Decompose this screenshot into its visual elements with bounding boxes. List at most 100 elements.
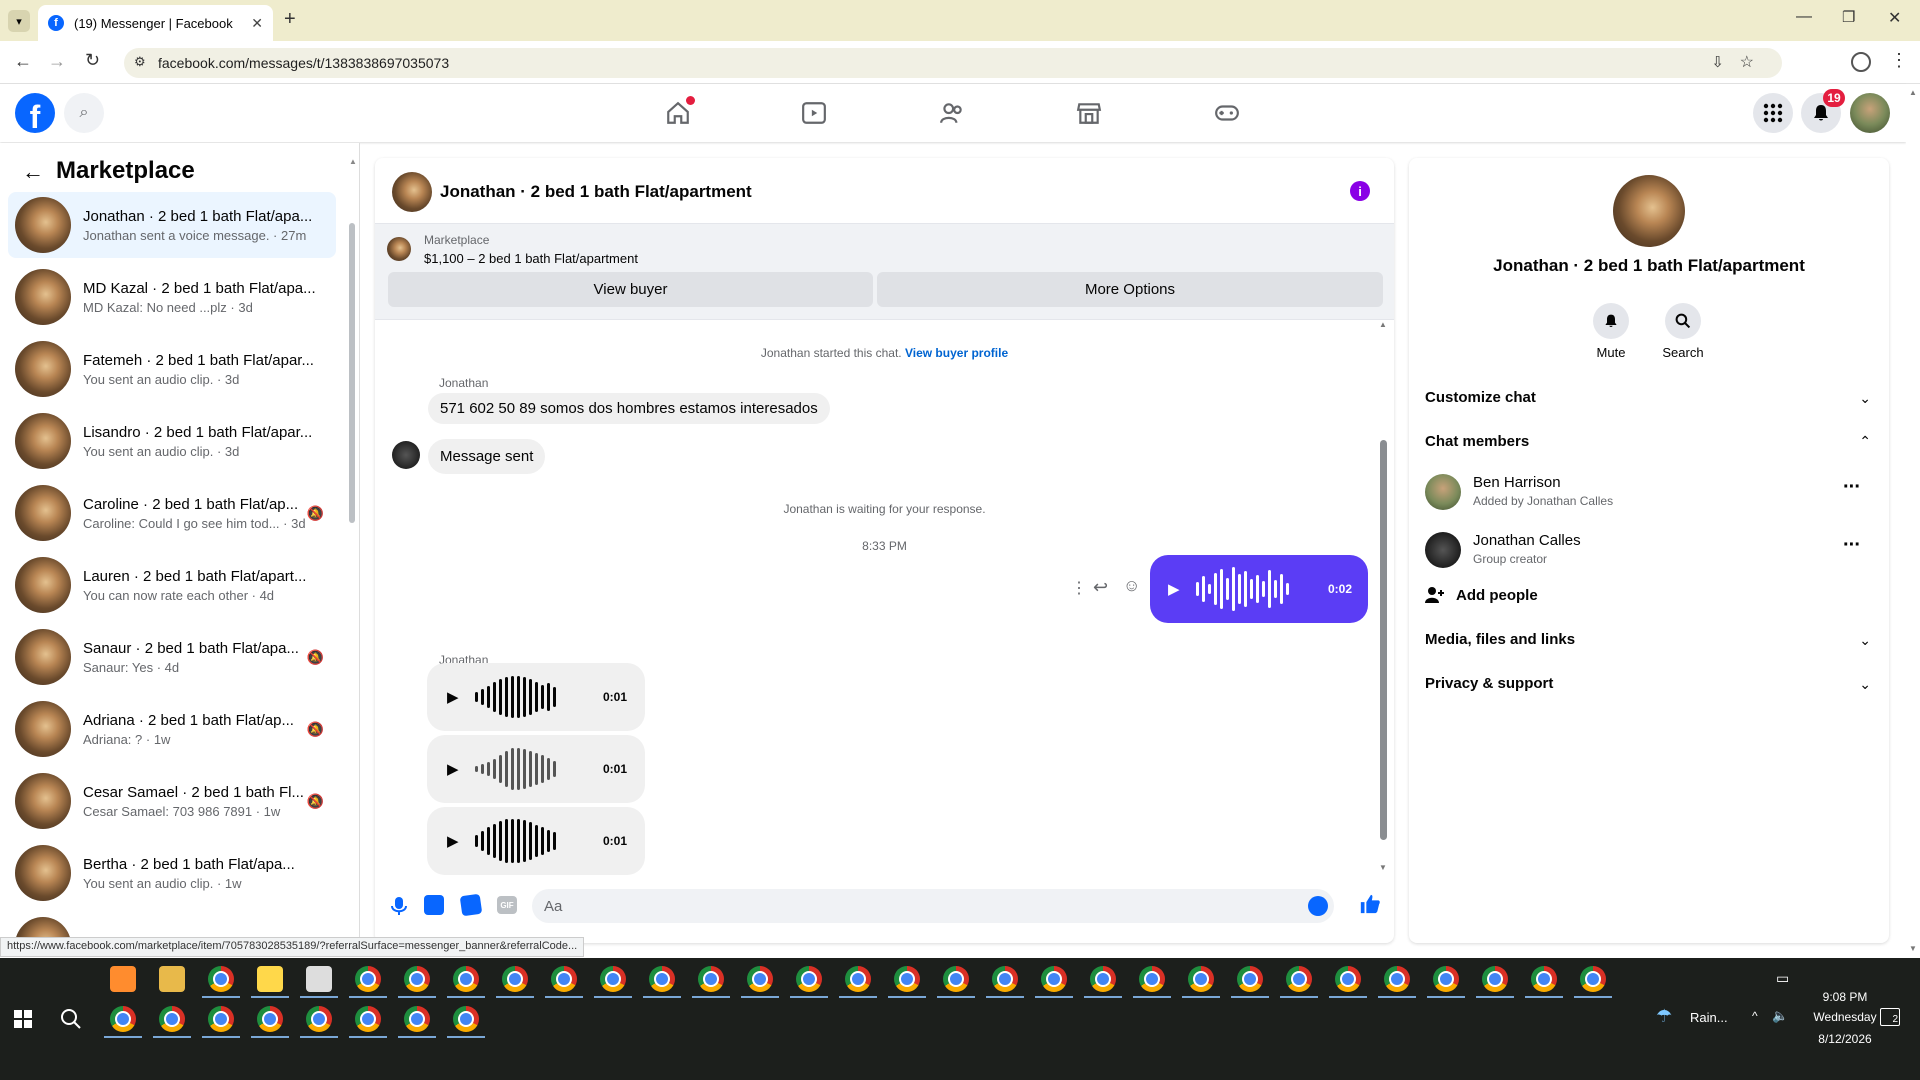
app-taskbar-icon[interactable]: [257, 966, 283, 992]
facebook-logo-icon[interactable]: f: [15, 93, 55, 133]
chrome-taskbar-icon[interactable]: [698, 966, 724, 992]
chrome-taskbar-icon[interactable]: [1482, 966, 1508, 992]
incoming-voice-message[interactable]: ▶ 0:01: [427, 807, 645, 875]
listing-thumbnail[interactable]: [387, 237, 411, 261]
tab-search-icon[interactable]: ▾: [8, 10, 30, 32]
thread-scrollbar[interactable]: ▲ ▼: [1378, 320, 1390, 875]
conversation-item[interactable]: Sanaur · 2 bed 1 bath Flat/apa... Sanaur:…: [8, 624, 336, 690]
chrome-taskbar-icon[interactable]: [257, 1006, 283, 1032]
react-icon[interactable]: ☺: [1123, 576, 1140, 596]
more-options-button[interactable]: More Options: [877, 272, 1383, 307]
profile-icon[interactable]: [1851, 52, 1871, 72]
add-people-row[interactable]: Add people: [1409, 578, 1889, 614]
message-sent-bubble[interactable]: Message sent: [428, 439, 546, 474]
chrome-taskbar-icon[interactable]: [502, 966, 528, 992]
chrome-taskbar-icon[interactable]: [1580, 966, 1606, 992]
volume-icon[interactable]: 🔈: [1772, 1008, 1788, 1024]
app-taskbar-icon[interactable]: [110, 966, 136, 992]
chrome-taskbar-icon[interactable]: [355, 1006, 381, 1032]
gif-icon[interactable]: GIF: [497, 896, 517, 914]
taskbar-search-icon[interactable]: [60, 1008, 82, 1035]
chrome-taskbar-icon[interactable]: [208, 966, 234, 992]
minimize-icon[interactable]: —: [1796, 8, 1812, 26]
site-info-icon[interactable]: ⚙: [134, 54, 146, 70]
conversation-info-icon[interactable]: i: [1350, 181, 1370, 201]
conversation-item[interactable]: Lauren · 2 bed 1 bath Flat/apart... You c…: [8, 552, 336, 618]
privacy-support-row[interactable]: Privacy & support ⌄: [1409, 666, 1889, 702]
sticker-icon[interactable]: [459, 893, 483, 917]
restore-icon[interactable]: ❐: [1842, 8, 1855, 26]
chrome-taskbar-icon[interactable]: [600, 966, 626, 992]
friends-nav-icon[interactable]: [939, 100, 965, 131]
address-bar[interactable]: ⚙ facebook.com/messages/t/13838386970350…: [124, 48, 1782, 78]
account-avatar[interactable]: [1850, 93, 1890, 133]
media-files-row[interactable]: Media, files and links ⌄: [1409, 622, 1889, 658]
conversation-item[interactable]: Caroline · 2 bed 1 bath Flat/ap... Caroli…: [8, 480, 336, 546]
conversation-item[interactable]: Lisandro · 2 bed 1 bath Flat/apar... You …: [8, 408, 336, 474]
gaming-nav-icon[interactable]: [1214, 100, 1240, 131]
chrome-taskbar-icon[interactable]: [1433, 966, 1459, 992]
details-avatar[interactable]: [1613, 175, 1685, 247]
menu-grid-icon[interactable]: [1753, 93, 1793, 133]
chrome-taskbar-icon[interactable]: [159, 1006, 185, 1032]
conversation-item[interactable]: Bertha · 2 bed 1 bath Flat/apa... You sen…: [8, 840, 336, 906]
chrome-taskbar-icon[interactable]: [1286, 966, 1312, 992]
tab-messenger[interactable]: f (19) Messenger | Facebook ✕: [38, 5, 273, 41]
page-scrollbar[interactable]: ▲ ▼: [1906, 84, 1920, 958]
incoming-message[interactable]: 571 602 50 89 somos dos hombres estamos …: [428, 393, 830, 424]
weather-umbrella-icon[interactable]: ☂: [1656, 1006, 1672, 1027]
reply-icon[interactable]: ↩: [1093, 577, 1108, 598]
conversation-item[interactable]: Fatemeh · 2 bed 1 bath Flat/apar... You s…: [8, 336, 336, 402]
chrome-taskbar-icon[interactable]: [453, 1006, 479, 1032]
tray-chevron-icon[interactable]: ^: [1752, 1009, 1758, 1023]
window-close-icon[interactable]: ✕: [1888, 8, 1901, 28]
network-icon[interactable]: ▭: [1776, 970, 1789, 987]
view-buyer-profile-link[interactable]: View buyer profile: [905, 346, 1008, 360]
conversation-item[interactable]: Adriana · 2 bed 1 bath Flat/ap... Adriana…: [8, 696, 336, 762]
chat-header-avatar[interactable]: [392, 172, 432, 212]
view-buyer-button[interactable]: View buyer: [388, 272, 873, 307]
outgoing-voice-message[interactable]: ▶ 0:02: [1150, 555, 1368, 623]
chat-title[interactable]: Jonathan · 2 bed 1 bath Flat/apartment: [440, 182, 752, 202]
more-actions-icon[interactable]: ⋮: [1071, 578, 1087, 598]
play-icon[interactable]: ▶: [447, 832, 459, 850]
play-icon[interactable]: ▶: [1168, 580, 1180, 598]
incoming-voice-message[interactable]: ▶ 0:01: [427, 663, 645, 731]
chrome-taskbar-icon[interactable]: [1237, 966, 1263, 992]
clock-time[interactable]: 9:08 PM: [1800, 990, 1890, 1004]
chrome-taskbar-icon[interactable]: [1531, 966, 1557, 992]
windows-start-icon[interactable]: [14, 1010, 32, 1033]
back-icon[interactable]: ←: [14, 51, 32, 72]
chrome-taskbar-icon[interactable]: [1090, 966, 1116, 992]
play-icon[interactable]: ▶: [447, 688, 459, 706]
like-thumb-icon[interactable]: [1359, 893, 1381, 920]
bookmark-star-icon[interactable]: ☆: [1740, 52, 1754, 72]
chrome-taskbar-icon[interactable]: [355, 966, 381, 992]
conversation-item[interactable]: Jonathan · 2 bed 1 bath Flat/apa... Jonat…: [8, 192, 336, 258]
weather-text[interactable]: Rain...: [1690, 1010, 1728, 1025]
incoming-voice-message[interactable]: ▶ 0:01: [427, 735, 645, 803]
chrome-taskbar-icon[interactable]: [453, 966, 479, 992]
member-more-icon[interactable]: ···: [1843, 476, 1861, 499]
app-taskbar-icon[interactable]: [306, 966, 332, 992]
chrome-taskbar-icon[interactable]: [649, 966, 675, 992]
chrome-taskbar-icon[interactable]: [208, 1006, 234, 1032]
chrome-taskbar-icon[interactable]: [404, 966, 430, 992]
clock-date[interactable]: 8/12/2026: [1800, 1032, 1890, 1046]
chat-member-row[interactable]: Jonathan Calles Group creator ···: [1409, 526, 1889, 576]
chrome-taskbar-icon[interactable]: [306, 1006, 332, 1032]
browser-menu-icon[interactable]: ⋮: [1890, 50, 1908, 71]
home-nav-icon[interactable]: [663, 96, 695, 128]
install-app-icon[interactable]: ⇩: [1711, 53, 1724, 71]
app-taskbar-icon[interactable]: [159, 966, 185, 992]
chrome-taskbar-icon[interactable]: [1384, 966, 1410, 992]
message-input[interactable]: Aa: [532, 889, 1334, 923]
sidebar-back-icon[interactable]: ←: [22, 159, 44, 185]
fb-search-icon[interactable]: ⌕: [64, 93, 104, 133]
emoji-icon[interactable]: [1308, 896, 1328, 916]
marketplace-nav-icon[interactable]: [1076, 100, 1102, 131]
customize-chat-row[interactable]: Customize chat ⌄: [1409, 380, 1889, 416]
listing-price[interactable]: $1,100 – 2 bed 1 bath Flat/apartment: [424, 251, 638, 266]
mute-bell-icon[interactable]: [1593, 303, 1629, 339]
chat-member-row[interactable]: Ben Harrison Added by Jonathan Calles ···: [1409, 468, 1889, 518]
